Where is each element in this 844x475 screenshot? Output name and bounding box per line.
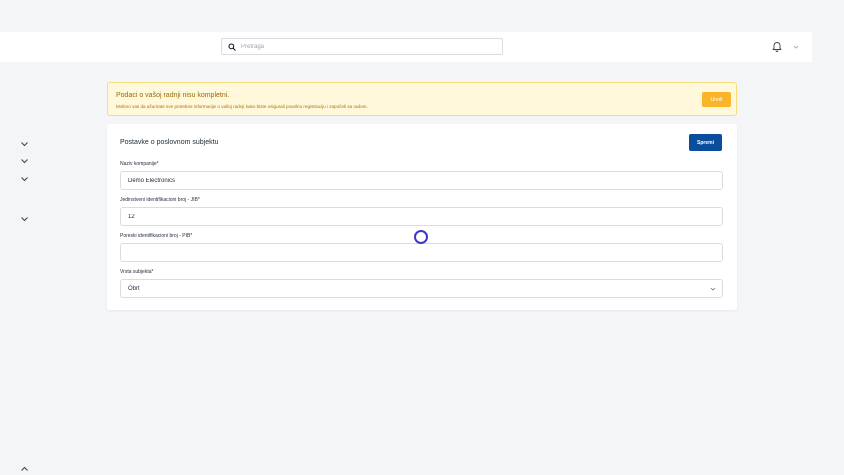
chevron-down-icon (710, 287, 716, 291)
search-icon (228, 42, 236, 51)
chevron-down-icon[interactable] (20, 141, 29, 147)
incomplete-data-alert: Podaci o vašoj radnji nisu kompletni. Mo… (107, 82, 737, 116)
card-title: Postavke o poslovnom subjektu (120, 139, 219, 146)
entity-type-select[interactable]: Obrt (120, 279, 723, 298)
entity-type-label: Vrsta subjekta* (120, 269, 154, 275)
business-settings-card: Postavke o poslovnom subjektu Spremi Naz… (107, 124, 737, 310)
jib-field[interactable] (120, 207, 723, 226)
search-input[interactable] (241, 43, 481, 50)
chevron-down-icon[interactable] (20, 158, 29, 164)
chevron-down-icon[interactable] (20, 176, 29, 182)
company-name-label: Naziv kompanije* (120, 161, 159, 167)
pib-label: Poreski identifikacioni broj - PIB* (120, 233, 193, 239)
user-menu-chevron-down-icon[interactable] (793, 44, 799, 50)
company-name-field[interactable] (120, 171, 723, 190)
alert-message: Molimo vas da ažurirate sve potrebne inf… (116, 104, 368, 109)
bell-icon[interactable] (772, 41, 782, 52)
edit-button[interactable]: Uredi (702, 92, 731, 107)
search-box[interactable] (221, 38, 503, 55)
jib-label: Jedinstveni identifikacioni broj - JIB* (120, 197, 200, 203)
top-bar (0, 32, 812, 62)
pib-field[interactable] (120, 243, 723, 262)
chevron-down-icon[interactable] (20, 216, 29, 222)
entity-type-value: Obrt (128, 285, 140, 292)
alert-title: Podaci o vašoj radnji nisu kompletni. (116, 92, 230, 99)
save-button[interactable]: Spremi (689, 134, 722, 151)
chevron-up-icon[interactable] (20, 466, 29, 472)
cursor-indicator (414, 230, 428, 244)
